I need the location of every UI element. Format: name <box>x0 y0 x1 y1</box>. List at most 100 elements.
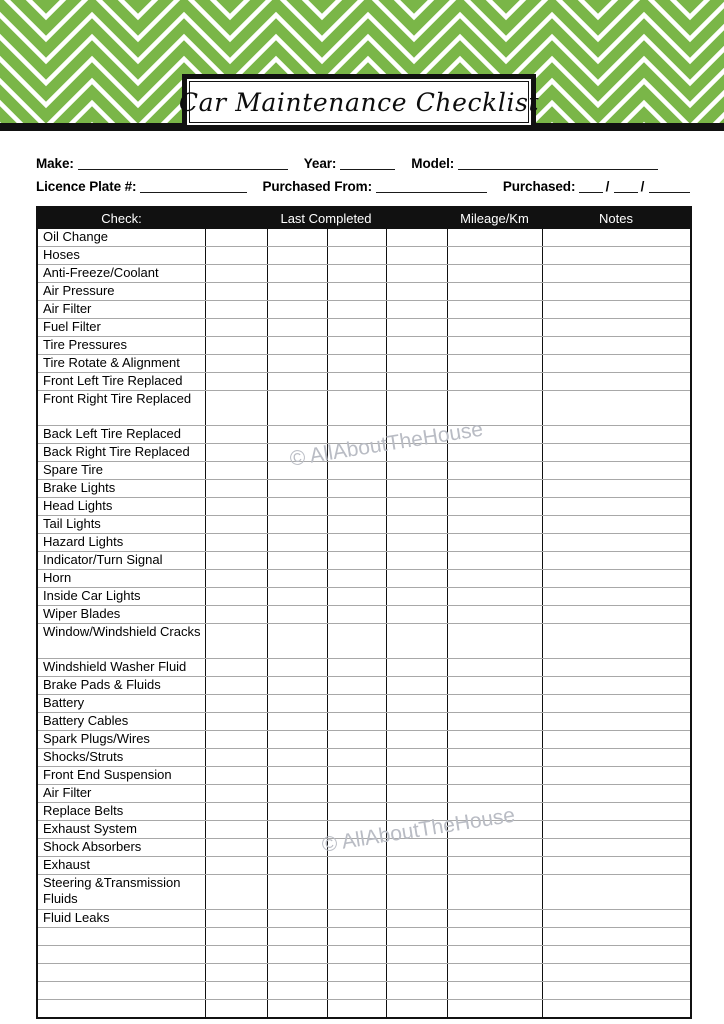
checklist-entry-cell[interactable] <box>205 999 268 1017</box>
checklist-entry-cell[interactable] <box>205 909 268 928</box>
checklist-entry-cell[interactable] <box>386 820 448 839</box>
checklist-entry-cell[interactable] <box>447 264 543 283</box>
checklist-entry-cell[interactable] <box>205 390 268 426</box>
checklist-entry-cell[interactable] <box>267 246 328 265</box>
checklist-entry-cell[interactable] <box>447 676 543 695</box>
checklist-entry-cell[interactable] <box>267 605 328 624</box>
checklist-entry-cell[interactable] <box>386 802 448 821</box>
checklist-entry-cell[interactable] <box>267 658 328 677</box>
checklist-entry-cell[interactable] <box>205 318 268 337</box>
checklist-entry-cell[interactable] <box>542 927 690 946</box>
checklist-entry-cell[interactable] <box>205 856 268 875</box>
checklist-entry-cell[interactable] <box>205 569 268 588</box>
checklist-entry-cell[interactable] <box>386 999 448 1017</box>
checklist-entry-cell[interactable] <box>327 909 387 928</box>
checklist-entry-cell[interactable] <box>267 856 328 875</box>
checklist-entry-cell[interactable] <box>542 282 690 301</box>
checklist-entry-cell[interactable] <box>447 623 543 659</box>
checklist-entry-cell[interactable] <box>327 461 387 480</box>
checklist-entry-cell[interactable] <box>447 246 543 265</box>
checklist-entry-cell[interactable] <box>267 999 328 1017</box>
checklist-entry-cell[interactable] <box>447 981 543 1000</box>
checklist-entry-cell[interactable] <box>542 623 690 659</box>
model-field[interactable] <box>458 155 659 170</box>
checklist-entry-cell[interactable] <box>205 802 268 821</box>
checklist-entry-cell[interactable] <box>267 909 328 928</box>
checklist-entry-cell[interactable] <box>327 282 387 301</box>
checklist-entry-cell[interactable] <box>447 605 543 624</box>
checklist-entry-cell[interactable] <box>327 856 387 875</box>
checklist-entry-cell[interactable] <box>542 551 690 570</box>
checklist-entry-cell[interactable] <box>327 766 387 785</box>
checklist-entry-cell[interactable] <box>386 927 448 946</box>
checklist-entry-cell[interactable] <box>38 963 206 982</box>
checklist-entry-cell[interactable] <box>386 229 448 247</box>
checklist-entry-cell[interactable] <box>205 874 268 910</box>
checklist-entry-cell[interactable] <box>327 264 387 283</box>
checklist-entry-cell[interactable] <box>267 981 328 1000</box>
checklist-entry-cell[interactable] <box>542 856 690 875</box>
checklist-entry-cell[interactable] <box>205 229 268 247</box>
checklist-entry-cell[interactable] <box>447 748 543 767</box>
checklist-entry-cell[interactable] <box>386 390 448 426</box>
checklist-entry-cell[interactable] <box>386 838 448 857</box>
checklist-entry-cell[interactable] <box>267 587 328 606</box>
purchased-day-field[interactable] <box>614 178 638 193</box>
checklist-entry-cell[interactable] <box>542 730 690 749</box>
checklist-entry-cell[interactable] <box>542 784 690 803</box>
checklist-entry-cell[interactable] <box>327 300 387 319</box>
checklist-entry-cell[interactable] <box>447 515 543 534</box>
checklist-entry-cell[interactable] <box>327 515 387 534</box>
checklist-entry-cell[interactable] <box>205 730 268 749</box>
checklist-entry-cell[interactable] <box>205 246 268 265</box>
checklist-entry-cell[interactable] <box>327 246 387 265</box>
checklist-entry-cell[interactable] <box>267 694 328 713</box>
checklist-entry-cell[interactable] <box>267 874 328 910</box>
checklist-entry-cell[interactable] <box>327 623 387 659</box>
checklist-entry-cell[interactable] <box>386 676 448 695</box>
checklist-entry-cell[interactable] <box>327 551 387 570</box>
checklist-entry-cell[interactable] <box>447 461 543 480</box>
checklist-entry-cell[interactable] <box>542 354 690 373</box>
checklist-entry-cell[interactable] <box>386 533 448 552</box>
checklist-entry-cell[interactable] <box>386 784 448 803</box>
checklist-entry-cell[interactable] <box>205 605 268 624</box>
checklist-entry-cell[interactable] <box>267 802 328 821</box>
checklist-entry-cell[interactable] <box>386 748 448 767</box>
checklist-entry-cell[interactable] <box>447 784 543 803</box>
checklist-entry-cell[interactable] <box>447 909 543 928</box>
checklist-entry-cell[interactable] <box>267 569 328 588</box>
checklist-entry-cell[interactable] <box>542 461 690 480</box>
checklist-entry-cell[interactable] <box>267 372 328 391</box>
checklist-entry-cell[interactable] <box>267 300 328 319</box>
checklist-entry-cell[interactable] <box>267 336 328 355</box>
checklist-entry-cell[interactable] <box>38 999 206 1017</box>
checklist-entry-cell[interactable] <box>386 300 448 319</box>
checklist-entry-cell[interactable] <box>327 533 387 552</box>
checklist-entry-cell[interactable] <box>327 569 387 588</box>
checklist-entry-cell[interactable] <box>327 318 387 337</box>
checklist-entry-cell[interactable] <box>267 497 328 516</box>
checklist-entry-cell[interactable] <box>327 479 387 498</box>
checklist-entry-cell[interactable] <box>386 658 448 677</box>
checklist-entry-cell[interactable] <box>205 336 268 355</box>
checklist-entry-cell[interactable] <box>327 605 387 624</box>
checklist-entry-cell[interactable] <box>267 766 328 785</box>
checklist-entry-cell[interactable] <box>447 856 543 875</box>
checklist-entry-cell[interactable] <box>386 945 448 964</box>
checklist-entry-cell[interactable] <box>447 945 543 964</box>
checklist-entry-cell[interactable] <box>205 425 268 444</box>
checklist-entry-cell[interactable] <box>267 963 328 982</box>
checklist-entry-cell[interactable] <box>327 927 387 946</box>
make-field[interactable] <box>77 155 288 170</box>
checklist-entry-cell[interactable] <box>327 658 387 677</box>
checklist-entry-cell[interactable] <box>327 874 387 910</box>
checklist-entry-cell[interactable] <box>386 856 448 875</box>
checklist-entry-cell[interactable] <box>327 802 387 821</box>
checklist-entry-cell[interactable] <box>386 264 448 283</box>
checklist-entry-cell[interactable] <box>447 336 543 355</box>
checklist-entry-cell[interactable] <box>267 820 328 839</box>
checklist-entry-cell[interactable] <box>205 820 268 839</box>
checklist-entry-cell[interactable] <box>205 766 268 785</box>
checklist-entry-cell[interactable] <box>542 838 690 857</box>
